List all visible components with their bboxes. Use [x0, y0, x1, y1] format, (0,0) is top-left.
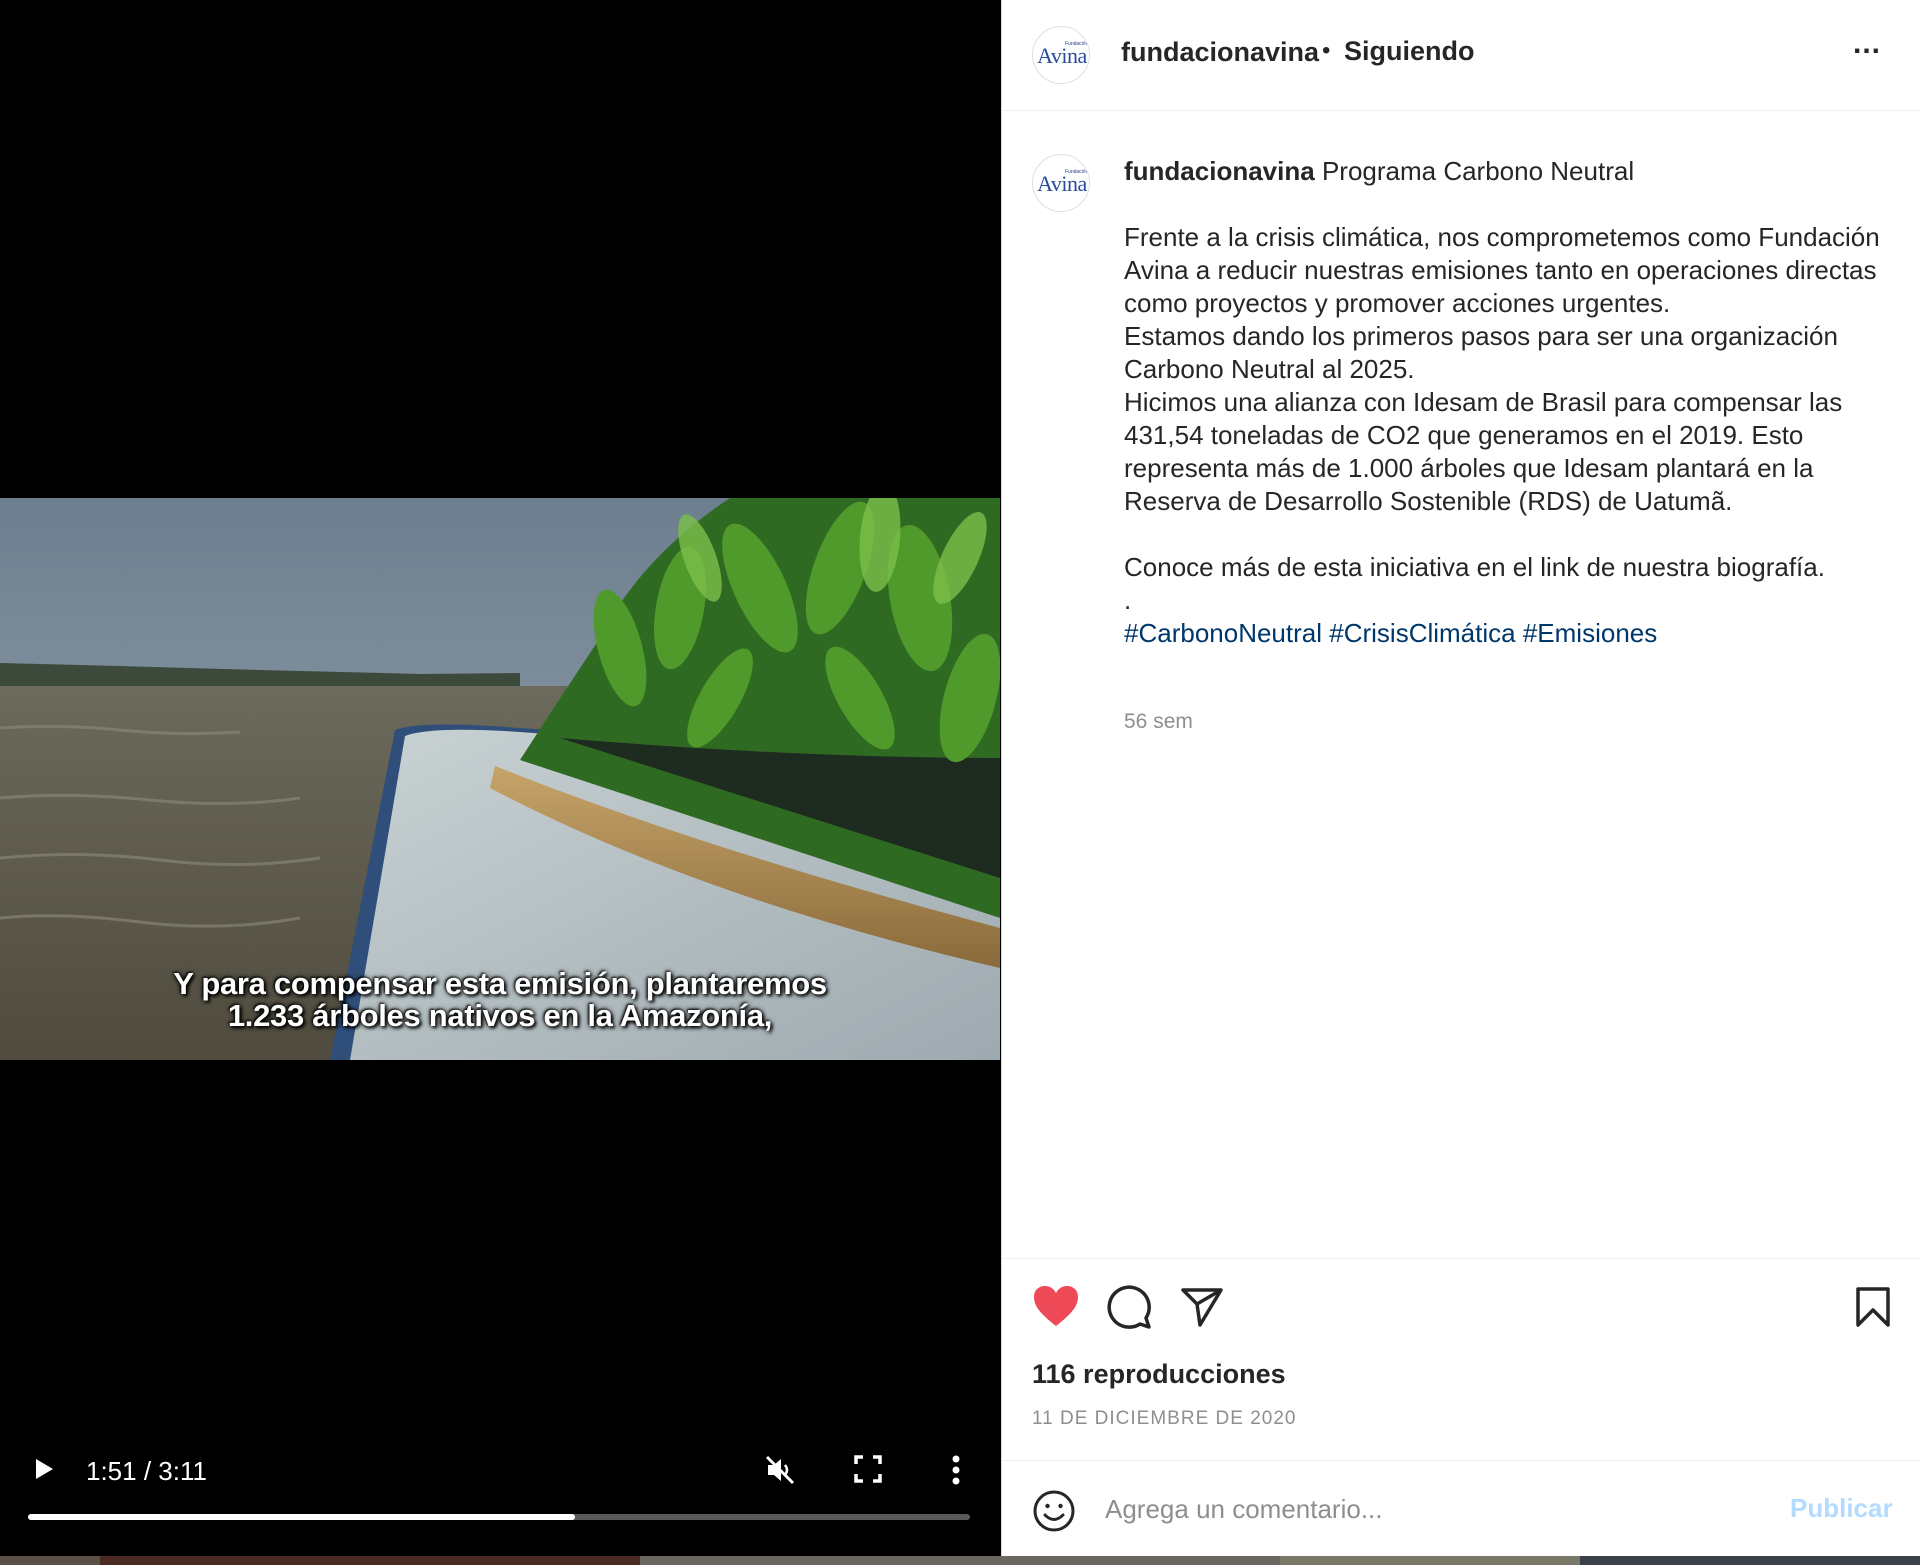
more-options-icon[interactable] [944, 1452, 968, 1488]
heart-icon[interactable] [1032, 1284, 1080, 1328]
caption-paragraph: Estamos dando los primeros pasos para se… [1124, 321, 1838, 384]
caption-paragraph: Frente a la crisis climática, nos compro… [1124, 222, 1880, 318]
video-time: 1:51 / 3:11 [86, 1456, 207, 1486]
logo-main-text: Avina [1037, 171, 1087, 196]
volume-muted-icon[interactable] [762, 1452, 798, 1488]
caption-username-link[interactable]: fundacionavina [1124, 156, 1315, 186]
bookmark-icon[interactable] [1854, 1286, 1892, 1328]
comment-form: Publicar [1002, 1460, 1920, 1556]
hashtag-link[interactable]: #Emisiones [1523, 618, 1657, 648]
hashtag-link[interactable]: #CarbonoNeutral [1124, 618, 1322, 648]
caption-paragraph: Conoce más de esta iniciativa en el link… [1124, 552, 1825, 582]
post-time-ago[interactable]: 56 sem [1124, 710, 1193, 734]
caption-dot-line: . [1124, 585, 1132, 615]
video-subtitle: Y para compensar esta emisión, plantarem… [0, 968, 1000, 1032]
logo-main-text: Avina [1037, 43, 1087, 68]
publish-button[interactable]: Publicar [1790, 1493, 1893, 1524]
avatar[interactable]: Fundación Avina [1032, 154, 1090, 212]
avatar[interactable]: Fundación Avina [1032, 26, 1090, 84]
caption-paragraph: Hicimos una alianza con Idesam de Brasil… [1124, 387, 1843, 516]
share-icon[interactable] [1180, 1286, 1224, 1328]
post-caption: fundacionavina Programa Carbono Neutral … [1124, 155, 1894, 650]
hashtag-list: #CarbonoNeutral #CrisisClimática #Emisio… [1124, 617, 1894, 650]
post-details-panel: Fundación Avina fundacionavina • Siguien… [1001, 0, 1920, 1556]
background-thumbnail-strip [0, 1556, 1920, 1565]
caption-title: Programa Carbono Neutral [1321, 156, 1635, 186]
video-progress-fill [28, 1514, 576, 1520]
comment-input[interactable] [1105, 1487, 1745, 1531]
username-link[interactable]: fundacionavina [1121, 37, 1319, 68]
more-options-icon[interactable]: ... [1853, 29, 1887, 72]
play-icon[interactable] [28, 1454, 58, 1484]
emoji-icon[interactable] [1032, 1489, 1076, 1533]
separator-dot: • [1322, 37, 1331, 64]
actions-divider [1002, 1258, 1920, 1259]
video-progress-bar[interactable] [28, 1514, 970, 1520]
video-controls: 1:51 / 3:11 [0, 1440, 1000, 1520]
post-header: Fundación Avina fundacionavina • Siguien… [1002, 0, 1920, 111]
fullscreen-icon[interactable] [852, 1452, 884, 1486]
post-date[interactable]: 11 DE DICIEMBRE DE 2020 [1032, 1408, 1296, 1430]
view-count[interactable]: 116 reproducciones [1032, 1359, 1286, 1390]
subtitle-line: 1.233 árboles nativos en la Amazonía, [227, 998, 773, 1033]
subtitle-line: Y para compensar esta emisión, plantarem… [173, 966, 827, 1001]
video-player[interactable]: Y para compensar esta emisión, plantarem… [0, 0, 1000, 1556]
following-button[interactable]: Siguiendo [1344, 36, 1475, 67]
hashtag-link[interactable]: #CrisisClimática [1329, 618, 1515, 648]
video-frame[interactable]: Y para compensar esta emisión, plantarem… [0, 498, 1000, 1060]
comment-icon[interactable] [1106, 1284, 1152, 1330]
